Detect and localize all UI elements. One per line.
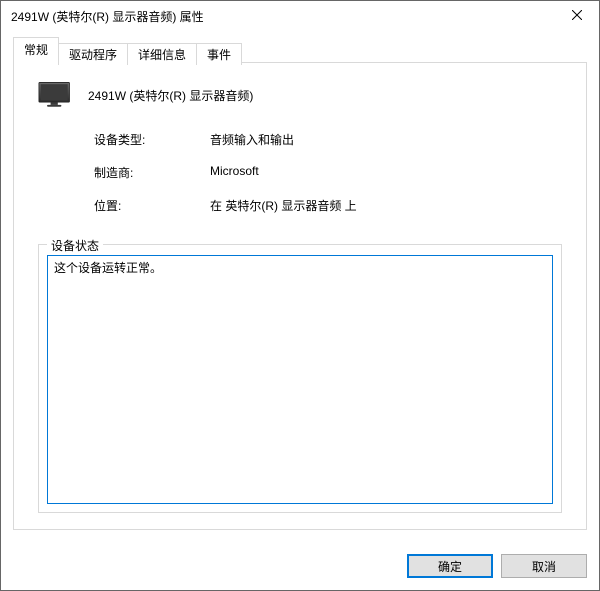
device-header: 2491W (英特尔(R) 显示器音频) xyxy=(38,81,564,109)
tab-label: 驱动程序 xyxy=(69,48,117,62)
tab-label: 常规 xyxy=(24,43,48,57)
titlebar: 2491W (英特尔(R) 显示器音频) 属性 xyxy=(1,1,599,31)
close-icon xyxy=(572,9,582,23)
button-label: 确定 xyxy=(438,560,462,574)
property-grid: 设备类型: 音频输入和输出 制造商: Microsoft 位置: 在 英特尔(R… xyxy=(94,131,564,214)
button-label: 取消 xyxy=(532,560,556,574)
device-status-legend: 设备状态 xyxy=(47,237,103,254)
manufacturer-value: Microsoft xyxy=(210,164,564,181)
properties-dialog: 2491W (英特尔(R) 显示器音频) 属性 常规 驱动程序 详细信息 事件 xyxy=(0,0,600,591)
device-status-text[interactable] xyxy=(47,255,553,504)
tab-label: 事件 xyxy=(207,48,231,62)
tab-panel-general: 2491W (英特尔(R) 显示器音频) 设备类型: 音频输入和输出 制造商: … xyxy=(13,62,587,530)
location-value: 在 英特尔(R) 显示器音频 上 xyxy=(210,197,564,214)
tab-driver[interactable]: 驱动程序 xyxy=(58,43,128,65)
tab-details[interactable]: 详细信息 xyxy=(127,43,197,65)
device-status-group: 设备状态 xyxy=(38,244,562,513)
tab-events[interactable]: 事件 xyxy=(196,43,242,65)
device-type-label: 设备类型: xyxy=(94,131,194,148)
tab-label: 详细信息 xyxy=(138,48,186,62)
location-label: 位置: xyxy=(94,197,194,214)
manufacturer-label: 制造商: xyxy=(94,164,194,181)
dialog-button-row: 确定 取消 xyxy=(1,542,599,590)
close-button[interactable] xyxy=(555,1,599,31)
device-name: 2491W (英特尔(R) 显示器音频) xyxy=(88,87,253,104)
client-area: 常规 驱动程序 详细信息 事件 xyxy=(1,31,599,542)
window-title: 2491W (英特尔(R) 显示器音频) 属性 xyxy=(11,8,555,25)
tab-strip: 常规 驱动程序 详细信息 事件 xyxy=(13,39,587,63)
device-type-value: 音频输入和输出 xyxy=(210,131,564,148)
ok-button[interactable]: 确定 xyxy=(407,554,493,578)
cancel-button[interactable]: 取消 xyxy=(501,554,587,578)
tab-general[interactable]: 常规 xyxy=(13,37,59,63)
monitor-icon xyxy=(38,81,74,109)
